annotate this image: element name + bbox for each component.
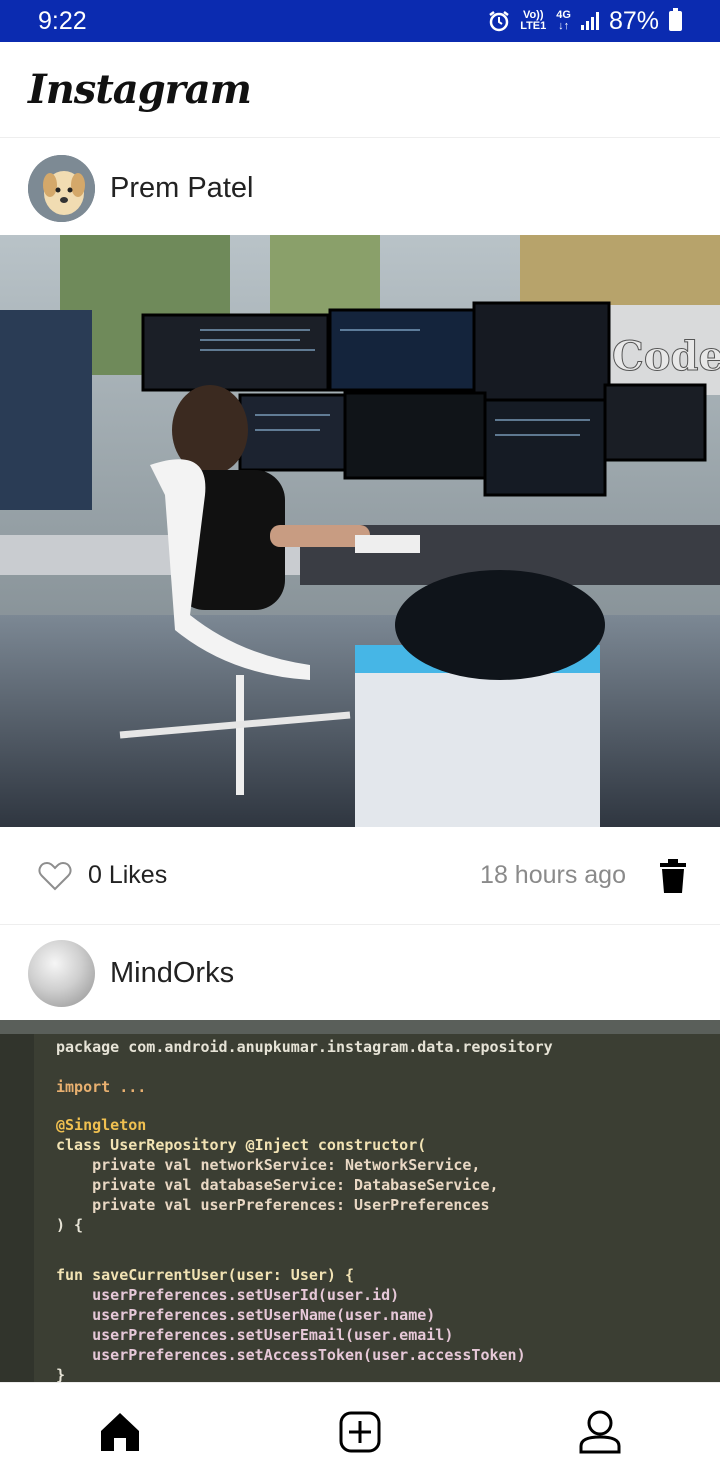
nav-profile[interactable]: [560, 1392, 640, 1472]
user-avatar[interactable]: [28, 154, 95, 222]
code-line: userPreferences.setAccessToken(user.acce…: [56, 1346, 526, 1364]
code-line: userPreferences.setUserEmail(user.email): [56, 1326, 454, 1344]
home-icon: [101, 1412, 139, 1451]
signal-icon: [580, 12, 599, 30]
code-line: }: [56, 1366, 66, 1382]
delete-icon[interactable]: [660, 858, 686, 893]
network-type: 4G ↓↑: [556, 9, 571, 32]
status-time: 9:22: [38, 6, 87, 35]
battery-percent: 87%: [608, 6, 659, 35]
code-line: class UserRepository @Inject constructor…: [56, 1136, 427, 1154]
post-image[interactable]: Code: [0, 235, 720, 827]
code-line: private val databaseService: DatabaseSer…: [56, 1176, 499, 1194]
bottom-navigation: [0, 1382, 720, 1480]
nav-home[interactable]: [80, 1392, 160, 1472]
dog-avatar-icon: [28, 154, 95, 222]
battery-icon: [669, 8, 682, 31]
code-line: @Singleton: [56, 1116, 147, 1134]
code-line: fun saveCurrentUser(user: User) {: [56, 1266, 355, 1284]
status-bar: 9:22 Vo)) LTE1 4G ↓↑ 87%: [0, 0, 720, 42]
volte-indicator: Vo)) LTE1: [520, 9, 547, 32]
heart-icon[interactable]: [38, 861, 72, 891]
user-avatar[interactable]: [28, 939, 95, 1007]
post-actions-bar: 0 Likes 18 hours ago: [0, 827, 720, 925]
post-header[interactable]: MindOrks: [0, 926, 720, 1020]
office-photo: Code: [0, 235, 720, 827]
post-header[interactable]: Prem Patel: [0, 141, 720, 235]
code-line: userPreferences.setUserName(user.name): [56, 1306, 436, 1324]
code-line: private val userPreferences: UserPrefere…: [56, 1196, 490, 1214]
post-username[interactable]: MindOrks: [110, 957, 234, 990]
office-sign-text: Code: [612, 333, 720, 380]
profile-icon: [579, 1410, 621, 1453]
post-timestamp: 18 hours ago: [480, 861, 626, 889]
code-line: package com.android.anupkumar.instagram.…: [56, 1038, 553, 1056]
nav-add-post[interactable]: [320, 1392, 400, 1472]
alarm-icon: [489, 11, 509, 32]
add-post-icon: [339, 1411, 381, 1452]
post-username[interactable]: Prem Patel: [110, 172, 253, 205]
post-image[interactable]: package com.android.anupkumar.instagram.…: [0, 1020, 720, 1382]
app-title: Instagram: [28, 66, 252, 113]
likes-count: 0 Likes: [88, 861, 168, 889]
code-line: userPreferences.setUserId(user.id): [56, 1286, 400, 1304]
app-header: Instagram: [0, 42, 720, 138]
app-screen: 9:22 Vo)) LTE1 4G ↓↑ 87% Instagram Prem …: [0, 0, 720, 1480]
status-icons: Vo)) LTE1 4G ↓↑ 87%: [488, 7, 682, 36]
code-line: ) {: [56, 1216, 84, 1234]
code-line: private val networkService: NetworkServi…: [56, 1156, 481, 1174]
code-line: import ...: [56, 1078, 147, 1096]
